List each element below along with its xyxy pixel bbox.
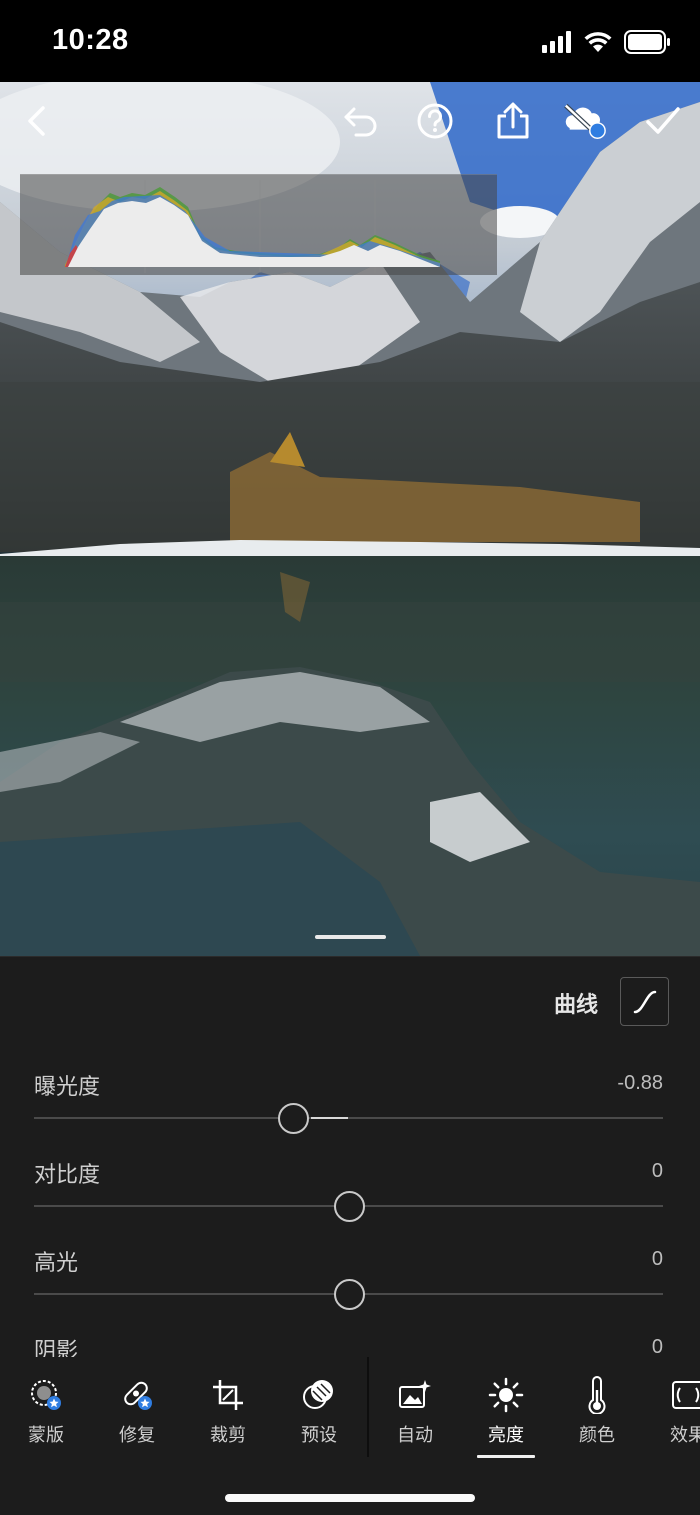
tab-label: 蒙版 [28,1425,64,1446]
slider-label: 曝光度 [34,1075,101,1100]
undo-button[interactable] [338,98,384,144]
tool-tab-bar: 蒙版 修复 裁剪 预设 自动 亮度 颜色 效果 [0,1357,700,1467]
panel-drag-handle[interactable] [315,935,386,939]
tab-auto[interactable]: 自动 [380,1375,450,1447]
heal-icon [124,1381,152,1410]
status-icons [542,30,672,54]
tab-label: 自动 [397,1425,433,1446]
share-button[interactable] [490,98,536,144]
active-tab-indicator [477,1455,535,1458]
preset-icon [303,1380,333,1409]
slider-thumb[interactable] [333,1191,365,1222]
cloud-sync-icon [564,103,606,139]
checkmark-icon [646,107,680,134]
slider-label: 高光 [34,1251,79,1276]
auto-icon [399,1380,431,1408]
slider-value[interactable]: 0 [652,1336,663,1359]
tab-heal[interactable]: 修复 [102,1375,172,1447]
slider-label: 对比度 [34,1163,101,1188]
histogram-graph [65,180,440,273]
tab-label: 效果 [670,1425,700,1446]
cellular-signal-icon [542,31,571,53]
status-time: 10:28 [52,24,129,56]
back-icon [28,106,45,136]
sun-icon [488,1377,524,1413]
help-button[interactable] [412,98,458,144]
tab-label: 亮度 [488,1425,524,1446]
edit-panel: 曲线 曝光度 -0.88 对比度 0 高光 0 阴影 0 蒙版 修复 裁剪 预设… [0,956,700,1515]
tab-mask[interactable]: 蒙版 [11,1375,81,1447]
slider-value[interactable]: -0.88 [617,1072,663,1095]
histogram [20,174,497,275]
tab-label: 预设 [301,1425,337,1446]
crop-icon [213,1380,243,1410]
help-icon [417,103,453,139]
slider-thumb[interactable] [333,1279,365,1310]
thermometer-icon [588,1376,606,1414]
slider-highlights[interactable]: 高光 0 [34,1245,663,1315]
slider-exposure[interactable]: 曝光度 -0.88 [34,1069,663,1139]
confirm-button[interactable] [640,98,686,144]
tab-label: 修复 [119,1425,155,1446]
tab-label: 颜色 [579,1425,615,1446]
tab-light[interactable]: 亮度 [471,1375,541,1458]
slider-fill [311,1117,349,1119]
tab-crop[interactable]: 裁剪 [193,1375,263,1447]
effects-icon [672,1381,700,1409]
slider-value[interactable]: 0 [652,1248,663,1271]
curve-icon [633,990,656,1013]
mask-icon [31,1380,61,1410]
slider-value[interactable]: 0 [652,1160,663,1183]
tab-divider [367,1357,369,1457]
slider-thumb[interactable] [278,1103,310,1134]
cloud-sync-button[interactable] [562,98,608,144]
tab-presets[interactable]: 预设 [284,1375,354,1447]
slider-contrast[interactable]: 对比度 0 [34,1157,663,1227]
curve-label: 曲线 [553,993,598,1018]
photo-canvas[interactable] [0,82,700,956]
share-icon [497,102,529,139]
back-button[interactable] [14,98,60,144]
curve-button[interactable] [620,977,669,1026]
tab-color[interactable]: 颜色 [562,1375,632,1447]
tab-effects[interactable]: 效果 [653,1375,700,1447]
top-toolbar [0,82,700,158]
status-bar: 10:28 [0,0,700,82]
undo-icon [344,107,377,137]
home-indicator [225,1494,475,1502]
wifi-icon [584,32,612,52]
slider-track[interactable] [34,1117,663,1119]
battery-icon [624,30,670,54]
tab-label: 裁剪 [210,1425,246,1446]
